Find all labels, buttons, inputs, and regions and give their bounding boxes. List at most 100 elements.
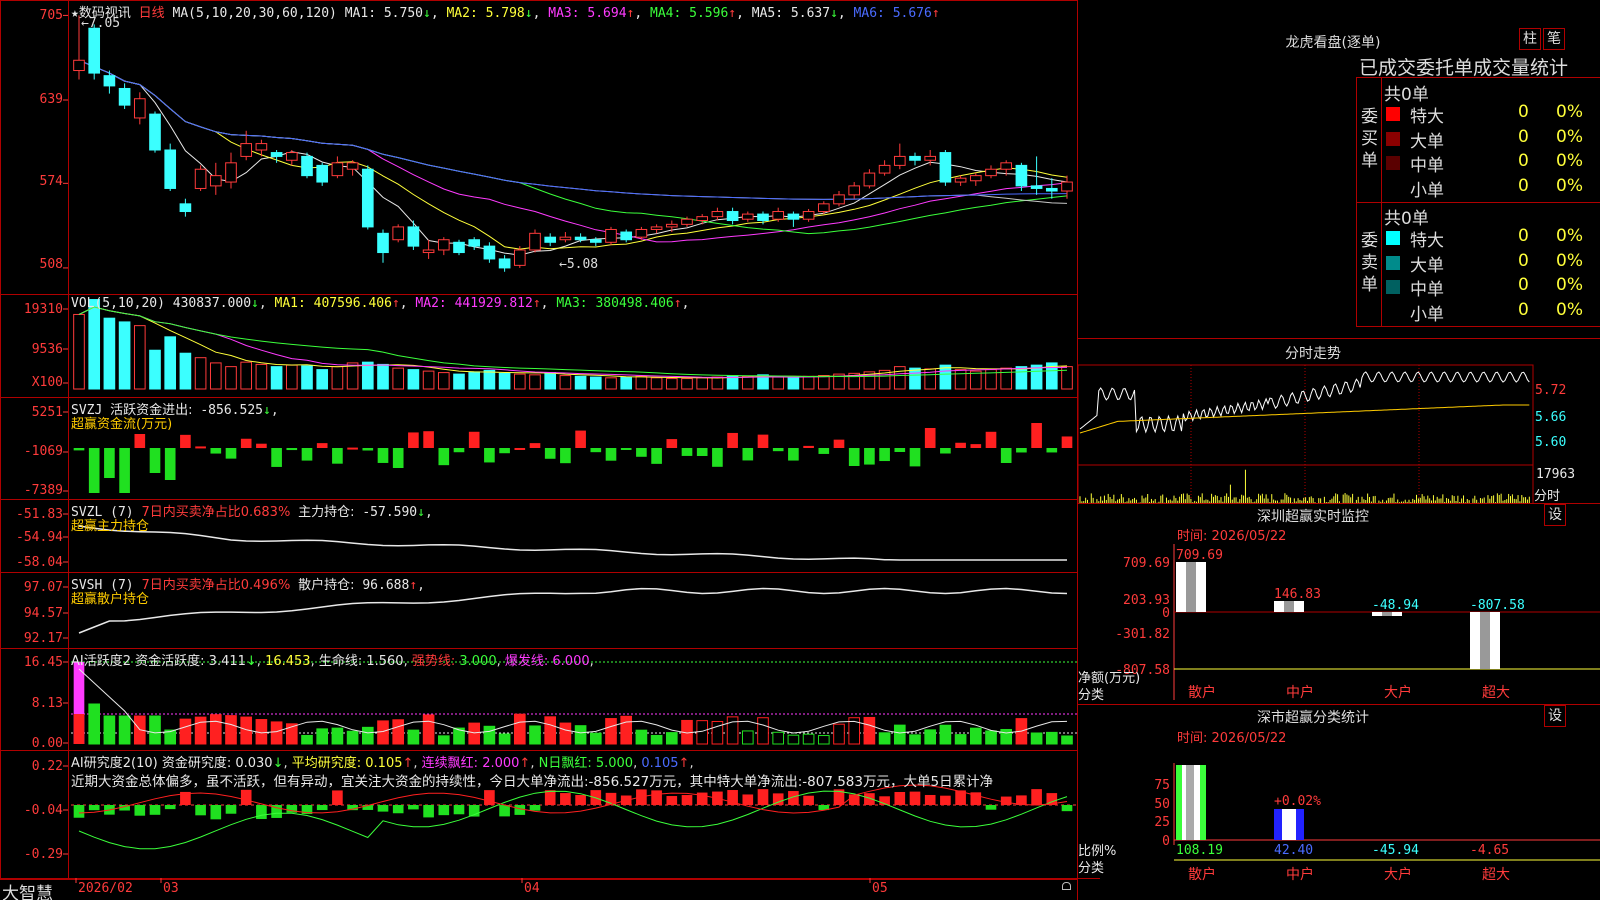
ai1-bar-5: [149, 715, 161, 745]
svzj-bar-33: [575, 430, 586, 448]
realtime-monitor-panel[interactable]: 深圳超赢实时监控 设 时间: 2026/05/22 709.69 203.93 0-…: [1077, 503, 1600, 705]
cls-ytick-0: 75: [1154, 778, 1170, 793]
ai1-bar-37: [635, 729, 648, 745]
svzj-bar-28: [499, 448, 510, 454]
cls-value-0: 108.19: [1176, 843, 1223, 858]
bar-toggle-button[interactable]: 柱: [1519, 28, 1541, 50]
mon-bar-shade-1: [1284, 601, 1294, 612]
candle-body-4: [133, 98, 146, 119]
intra-ytick-0: 5.72: [1535, 383, 1567, 398]
mon-ytick-3: -301.82: [1115, 627, 1170, 642]
sell-label-1: 大单: [1410, 255, 1444, 276]
svzj-bar-25: [453, 448, 465, 453]
svzl-panel[interactable]: -51.83 -54.94 -58.04 SVZL (7) 7日内买卖净占比0.…: [0, 499, 1078, 573]
candle-body-23: [422, 249, 435, 254]
ai2-bar-33: [575, 795, 586, 805]
candle-body-8: [194, 168, 207, 189]
mon-ytick-2: 0: [1162, 606, 1170, 621]
monitor-chart[interactable]: 709.69203.930-301.82-807.58709.69散户146.8…: [1078, 504, 1600, 705]
ma-line-2: [78, 59, 1068, 243]
ai1-bar-35: [605, 718, 617, 745]
svsh-line: [78, 587, 1068, 634]
cls-bar-1-inner: [1282, 809, 1296, 840]
low-label: ←5.08: [559, 257, 599, 272]
ai-research-panel[interactable]: 0.22 -0.04 -0.29 AI研究度2(10) 资金研究度: 0.030…: [0, 750, 1078, 880]
ai1-bar-33: [574, 725, 587, 745]
mon-bar-shade-0: [1186, 562, 1196, 612]
buy-side-label: 委买单: [1361, 107, 1378, 171]
candle-body-42: [711, 211, 724, 218]
period-label[interactable]: 日线: [139, 6, 165, 21]
vol-bar-32: [559, 375, 572, 390]
candle-body-30: [529, 232, 541, 251]
dragon-title: 龙虎看盘(逐单): [1285, 35, 1381, 51]
candle-body-27: [483, 245, 496, 260]
ai2-ytick-2: -0.29: [23, 847, 63, 862]
sell-count-2: 0: [1518, 275, 1529, 295]
vol-bar-31: [544, 372, 557, 390]
ai2-bar-51: [848, 794, 860, 805]
candle-body-63: [1030, 185, 1043, 189]
ai2-bar-28: [499, 805, 510, 817]
candle-body-54: [893, 155, 906, 166]
svzj-bar-17: [332, 448, 343, 464]
intraday-chart[interactable]: [1078, 339, 1600, 504]
vol-bar-11: [240, 361, 253, 390]
cls-bar-0-shade: [1186, 765, 1194, 840]
ai2-ytick-1: -0.04: [23, 803, 63, 818]
svzj-bar-57: [940, 448, 951, 454]
vol-bar-0: [73, 313, 85, 390]
ai1-bar-48: [802, 733, 815, 745]
vol-ma-value-1: 441929.812: [454, 296, 533, 311]
vol-bar-47: [787, 377, 800, 390]
candle-body-11: [240, 143, 253, 157]
classify-chart[interactable]: 75 50 25 0 +0.02% 108.19 散户 42.40 中户 -45.94 大户 -4.6…: [1078, 705, 1600, 900]
ai-activity-panel[interactable]: 16.45 8.13 0.00 AI活跃度2 资金活跃度: 3.411↓, 16…: [0, 648, 1078, 751]
svzj-bar-46: [772, 448, 784, 452]
vol-bar-9: [209, 362, 222, 390]
star-icon[interactable]: ★: [71, 6, 79, 21]
cls-ytick-2: 25: [1154, 815, 1170, 830]
candle-body-12: [255, 143, 268, 151]
svzj-bar-53: [879, 448, 890, 462]
svzj-ytick-0: 5251: [31, 405, 63, 420]
candle-body-41: [696, 216, 709, 221]
vol-bar-7: [179, 352, 192, 390]
intraday-panel[interactable]: 分时走势 5.72 5.66 5.60 17963 分时: [1077, 338, 1600, 504]
mon-cat-0: 散户: [1188, 684, 1216, 701]
ma-params[interactable]: MA(5,10,20,30,60,120): [173, 6, 337, 21]
vol-bar-30: [529, 374, 541, 390]
kline-chart[interactable]: [1, 1, 1078, 295]
buy-count-3: 0: [1518, 175, 1529, 196]
svzj-panel[interactable]: 5251 -1069 -7389 SVZJ 活跃资金进出: -856.525↓,…: [0, 397, 1078, 500]
vol-ma-arrow-1: ↑: [532, 296, 541, 311]
ai2-bar-17: [332, 790, 343, 805]
svsh-panel[interactable]: 97.07 94.57 92.17 SVSH (7) 7日内买卖净占比0.496…: [0, 572, 1078, 649]
svzl-line: [78, 525, 1067, 561]
ai2-bar-61: [1000, 796, 1012, 805]
vol-bar-39: [665, 378, 678, 390]
vol-header: VOL(5,10,20) 430837.000↓, MA1: 407596.40…: [71, 296, 690, 311]
buy-count-2: 0: [1518, 151, 1529, 171]
buy-count-1: 0: [1518, 126, 1529, 147]
ai1-bar-29: [513, 713, 526, 745]
svzj-bar-9: [210, 448, 222, 454]
dragon-tiger-panel[interactable]: 龙虎看盘(逐单) 柱 笔 已成交委托单成交量统计 委买单 委卖单 共0单 特大 0…: [1077, 0, 1600, 339]
cls-value-1: 42.40: [1274, 843, 1313, 858]
svzj-bar-63: [1031, 423, 1042, 448]
volume-panel[interactable]: 19310 9536 X100 VOL(5,10,20) 430837.000↓…: [0, 294, 1078, 398]
intra-ytick-2: 5.60: [1535, 435, 1567, 450]
ai1-bar-19: [361, 726, 374, 745]
candle-body-16: [316, 164, 329, 183]
ai1-bar-46: [772, 731, 785, 745]
tick-toggle-button[interactable]: 笔: [1543, 28, 1565, 50]
svzj-bar-19: [362, 448, 374, 451]
cls-cat-1: 中户: [1286, 866, 1314, 883]
kline-panel[interactable]: 705 639 574 508 ★数码视讯 日线 MA(5,10,20,30,6…: [0, 0, 1078, 295]
classify-stats-panel[interactable]: 深市超赢分类统计 设 时间: 2026/05/22 75 50 25 0 +0.02% 1…: [1077, 704, 1600, 900]
ai1-line: [78, 668, 1068, 734]
svzj-bar-59: [970, 444, 982, 448]
ma-value-3: 5.596: [689, 6, 729, 21]
ai1-bar-53: [878, 732, 891, 745]
classify-xlabel: 分类: [1078, 861, 1105, 876]
